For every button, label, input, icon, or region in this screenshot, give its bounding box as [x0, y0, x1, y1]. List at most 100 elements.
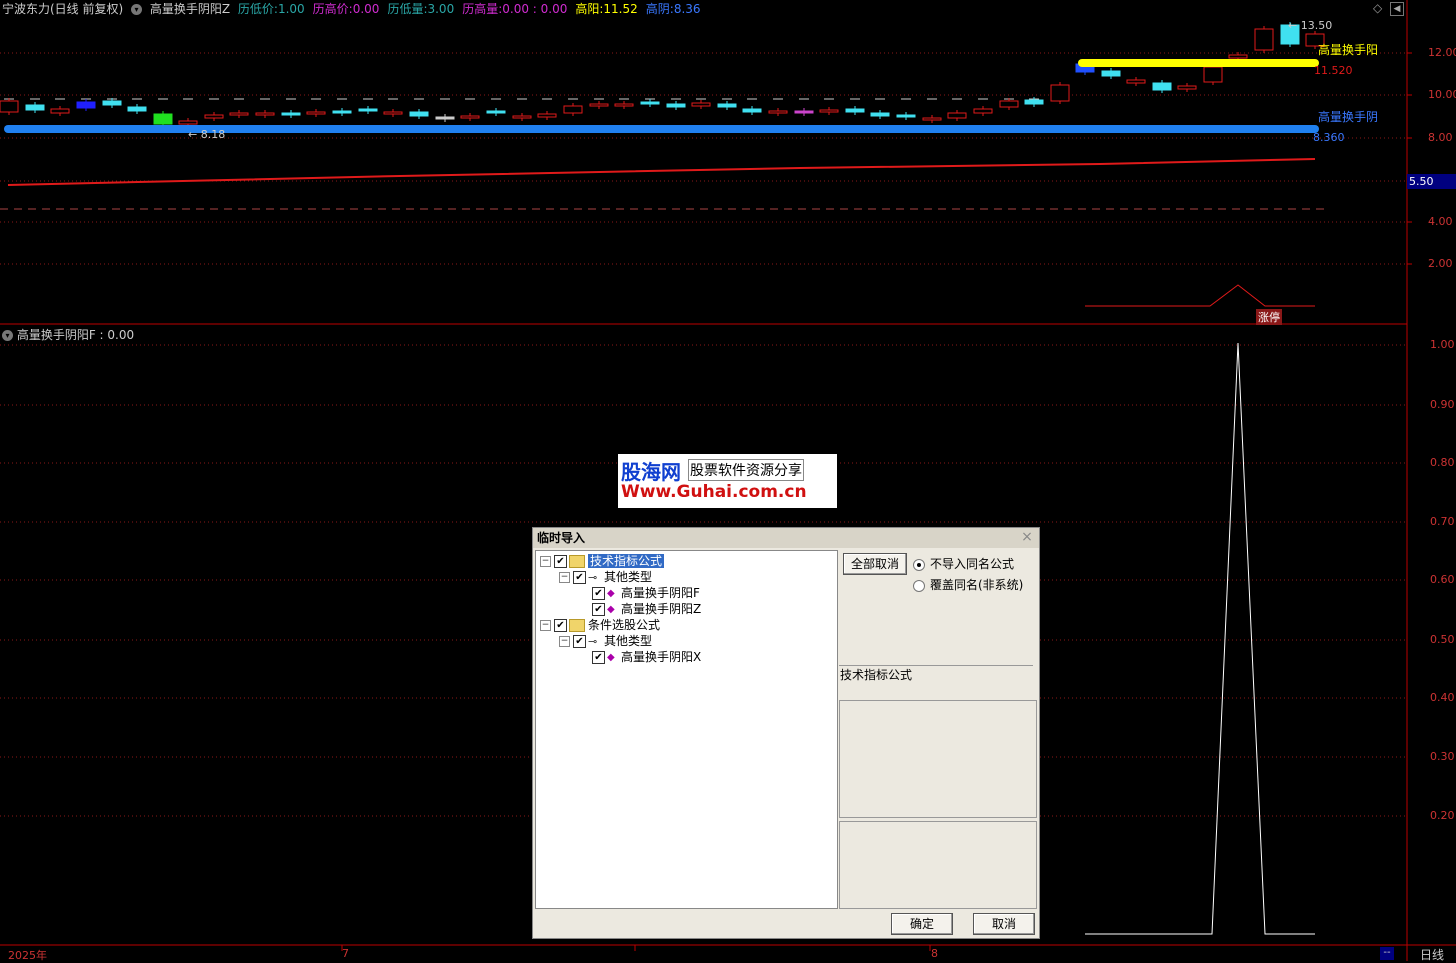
close-icon[interactable]: ×: [1019, 529, 1035, 545]
price-axis-label: 2.00: [1428, 257, 1453, 270]
panel-collapse-icon[interactable]: ◀: [1390, 2, 1404, 16]
header-stat-0: 历低价:1.00: [238, 2, 309, 16]
import-dialog: 临时导入 × − ✔ 技术指标公式 − ✔ ⊸ 其他类型 ✔ ◆ 高量换手阴阳F ✔ ◆ 高量换手阴阳Z…: [532, 527, 1040, 939]
tree-item-label: 高量换手阴阳Z: [621, 602, 702, 616]
price-label-current: 5.50: [1409, 175, 1434, 188]
watermark-sub: 股票软件资源分享: [688, 459, 804, 481]
cancel-button[interactable]: 取消: [973, 913, 1035, 935]
sub-axis-label: 1.00: [1430, 338, 1455, 351]
price-axis-label: 4.00: [1428, 215, 1453, 228]
radio-no-import-icon[interactable]: [913, 558, 925, 571]
watermark-logo: 股海网 股票软件资源分享 Www.Guhai.com.cn: [618, 454, 837, 508]
tree-expander-icon[interactable]: −: [540, 620, 551, 631]
header-stat-label: 历低价:: [237, 2, 278, 16]
radio-overwrite-icon[interactable]: [913, 579, 925, 592]
header-stat-label: 历高量:: [462, 2, 503, 16]
formula-icon: ◆: [607, 603, 615, 615]
tree-item-label: 条件选股公式: [588, 618, 661, 632]
checkbox-icon[interactable]: ✔: [592, 651, 605, 664]
tree-item-label: 技术指标公式: [588, 554, 665, 568]
header-stat-1: 历高价:0.00: [313, 2, 384, 16]
chart-header: 宁波东力(日线 前复权) ▾ 高量换手阴阳Z 历低价:1.00 历高价:0.00 历…: [2, 1, 713, 17]
diamond-icon[interactable]: ◇: [1373, 1, 1382, 15]
checkbox-icon[interactable]: ✔: [554, 619, 567, 632]
tree-item[interactable]: ✔ ◆ 高量换手阴阳F: [578, 585, 700, 601]
header-stat-value: 0.00: [352, 2, 380, 16]
folder-icon: [569, 555, 585, 568]
yin-value: 8.360: [1313, 131, 1345, 144]
formula-icon: ◆: [607, 651, 615, 663]
tree-item-label: 高量换手阴阳X: [621, 650, 702, 664]
time-label-july: 7: [342, 947, 349, 960]
price-axis-label: 8.00: [1428, 131, 1453, 144]
checkbox-icon[interactable]: ✔: [573, 635, 586, 648]
indicator-dropdown-icon[interactable]: ▾: [131, 4, 143, 15]
formula-tree[interactable]: − ✔ 技术指标公式 − ✔ ⊸ 其他类型 ✔ ◆ 高量换手阴阳F ✔ ◆ 高量换手阴阳Z − ✔ 条件选股公…: [535, 550, 838, 909]
sub-dropdown-icon[interactable]: ▾: [2, 330, 13, 341]
header-stat-3: 历高量:0.00 : 0.00: [462, 2, 571, 16]
header-stat-2: 历低量:3.00: [387, 2, 458, 16]
tree-expander-icon[interactable]: −: [540, 556, 551, 567]
sub-axis-label: 0.70: [1430, 515, 1455, 528]
header-stat-value: 11.52: [603, 2, 638, 16]
sub-axis-label: 0.50: [1430, 633, 1455, 646]
key-icon: ⊸: [588, 634, 598, 648]
checkbox-icon[interactable]: ✔: [554, 555, 567, 568]
scroll-indicator[interactable]: --: [1380, 947, 1394, 960]
sub-axis-label: 0.40: [1430, 691, 1455, 704]
sub-axis-label: 0.20: [1430, 809, 1455, 822]
sub-axis-label: 0.80: [1430, 456, 1455, 469]
tree-item[interactable]: − ✔ 条件选股公式: [540, 617, 660, 633]
tree-item[interactable]: ✔ ◆ 高量换手阴阳X: [578, 649, 701, 665]
detail-panel: [839, 821, 1037, 909]
folder-icon: [569, 619, 585, 632]
header-stat-label: 历高价:: [312, 2, 353, 16]
tree-item-label: 高量换手阴阳F: [621, 586, 700, 600]
period-label[interactable]: 日线: [1420, 946, 1444, 963]
price-axis-label: 10.00: [1428, 88, 1456, 101]
indicator-name[interactable]: 高量换手阴阳Z: [150, 2, 230, 16]
high-price-marker: ← 13.50: [1288, 19, 1333, 32]
info-panel: 技术指标公式: [839, 665, 1033, 698]
dialog-title[interactable]: 临时导入: [533, 528, 1039, 548]
tree-item[interactable]: − ✔ ⊸ 其他类型: [559, 569, 652, 585]
yang-value: 11.520: [1314, 64, 1353, 77]
checkbox-icon[interactable]: ✔: [592, 587, 605, 600]
ok-button[interactable]: 确定: [891, 913, 953, 935]
header-stat-value: 3.00: [427, 2, 455, 16]
radio-overwrite[interactable]: 覆盖同名(非系统): [913, 576, 1023, 593]
watermark-title: 股海网: [621, 460, 681, 484]
sub-axis-label: 0.60: [1430, 573, 1455, 586]
watermark-url: Www.Guhai.com.cn: [621, 482, 807, 502]
key-icon: ⊸: [588, 570, 598, 584]
checkbox-icon[interactable]: ✔: [573, 571, 586, 584]
header-stat-label: 高阴:: [645, 2, 674, 16]
tree-item[interactable]: − ✔ ⊸ 其他类型: [559, 633, 652, 649]
formula-icon: ◆: [607, 587, 615, 599]
sub-axis-label: 0.90: [1430, 398, 1455, 411]
header-stat-4: 高阳:11.52: [575, 2, 641, 16]
tree-item[interactable]: − ✔ 技术指标公式: [540, 553, 665, 569]
sub-axis-label: 0.30: [1430, 750, 1455, 763]
low-price-marker: ← 8.18: [188, 128, 226, 141]
yang-label: 高量换手阳: [1318, 43, 1379, 57]
info-label: 技术指标公式: [840, 668, 913, 682]
yin-label: 高量换手阴: [1318, 110, 1379, 124]
tree-item[interactable]: ✔ ◆ 高量换手阴阳Z: [578, 601, 701, 617]
checkbox-icon[interactable]: ✔: [592, 603, 605, 616]
time-label-aug: 8: [931, 947, 938, 960]
sub-panel-title[interactable]: ▾ 高量换手阴阳F : 0.00: [2, 326, 134, 343]
header-stat-label: 高阳:: [575, 2, 604, 16]
tree-expander-icon[interactable]: −: [559, 572, 570, 583]
header-stat-value: 8.36: [673, 2, 701, 16]
tree-item-label: 其他类型: [604, 634, 653, 648]
header-stat-label: 历低量:: [387, 2, 428, 16]
header-stat-5: 高阴:8.36: [646, 2, 705, 16]
header-stat-value: 0.00 : 0.00: [502, 2, 568, 16]
radio-no-import[interactable]: 不导入同名公式: [913, 555, 1014, 572]
tree-expander-icon[interactable]: −: [559, 636, 570, 647]
price-axis-label: 12.00: [1428, 46, 1456, 59]
cancel-all-button[interactable]: 全部取消: [843, 553, 907, 575]
stock-title[interactable]: 宁波东力(日线 前复权): [2, 2, 123, 16]
zhangting-badge: 涨停: [1256, 309, 1282, 325]
